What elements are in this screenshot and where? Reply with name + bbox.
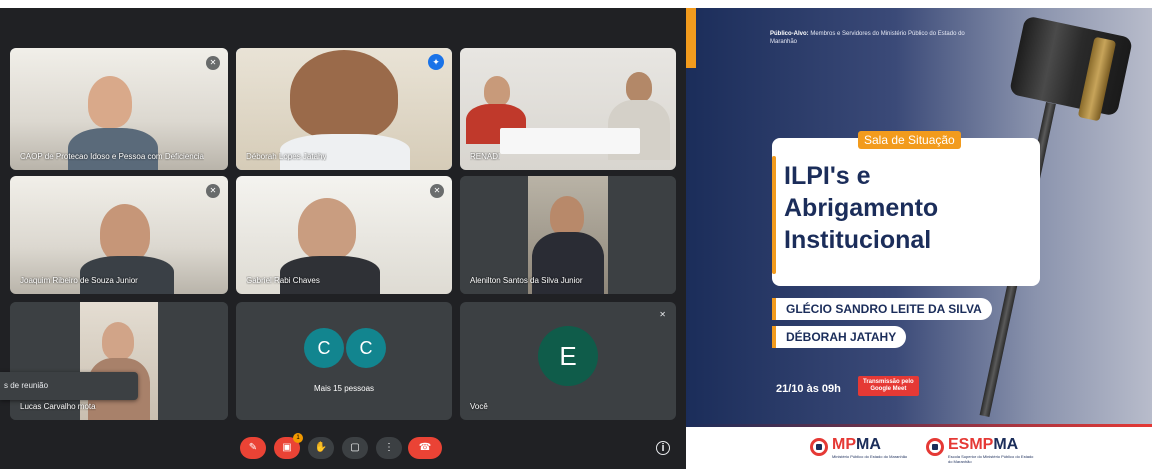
meeting-info-icon[interactable]: i bbox=[656, 441, 670, 455]
logo-wordmark: ESMPMA bbox=[948, 436, 1019, 453]
participant-tile[interactable]: Lucas Carvalho mota bbox=[10, 302, 228, 420]
participant-name: Você bbox=[470, 402, 488, 411]
mic-off-icon: ✕ bbox=[206, 184, 220, 198]
speaker-name: DÉBORAH JATAHY bbox=[772, 326, 907, 348]
participant-face bbox=[484, 76, 510, 106]
mic-off-icon: ✎ bbox=[248, 442, 258, 453]
present-button[interactable]: ▢ bbox=[342, 437, 368, 459]
title-line: ILPI's e bbox=[784, 162, 871, 190]
mic-off-icon: ✕ bbox=[659, 310, 666, 319]
participant-tile[interactable]: ✦ Déborah Lopes Jatahy bbox=[236, 48, 452, 170]
audience-text: Público-Alvo: Membros e Servidores do Mi… bbox=[770, 30, 970, 46]
event-tag: Sala de Situação bbox=[858, 131, 961, 149]
poster-footer: MPMA Ministério Público do Estado do Mar… bbox=[686, 424, 1152, 469]
participant-name: Lucas Carvalho mota bbox=[20, 402, 96, 411]
participant-face bbox=[100, 204, 150, 262]
participant-face bbox=[102, 322, 134, 360]
participant-tile[interactable]: E ✕ Você bbox=[460, 302, 676, 420]
footer-stripe bbox=[686, 424, 1152, 427]
participant-name: RENADI bbox=[470, 152, 501, 161]
more-vert-icon: ⋮ bbox=[384, 442, 394, 453]
event-poster: Público-Alvo: Membros e Servidores do Mi… bbox=[686, 8, 1152, 469]
meet-window: ✕ CAOP de Protecao Idoso e Pessoa com De… bbox=[0, 8, 686, 469]
gavel-head bbox=[1008, 15, 1134, 117]
participant-face bbox=[290, 50, 398, 140]
accent-bar bbox=[686, 8, 696, 68]
participant-body bbox=[68, 128, 158, 170]
end-call-button[interactable]: ☎ bbox=[408, 437, 442, 459]
participant-name: Alenilton Santos da Silva Junior bbox=[470, 276, 583, 285]
captions-button[interactable]: ▣ 1 bbox=[274, 433, 303, 459]
participant-face bbox=[298, 198, 356, 260]
participant-avatar: E bbox=[538, 326, 598, 386]
participant-name: Joaquim Ribeiro de Souza Junior bbox=[20, 276, 138, 285]
scales-icon bbox=[810, 438, 828, 456]
esmpma-logo: ESMPMA Escola Superior do Ministério Púb… bbox=[926, 436, 1056, 464]
logo-subtitle: Escola Superior do Ministério Público do… bbox=[948, 454, 1034, 464]
participant-name: CAOP de Protecao Idoso e Pessoa com Defi… bbox=[20, 152, 204, 161]
participant-tile[interactable]: ✕ CAOP de Protecao Idoso e Pessoa com De… bbox=[10, 48, 228, 170]
speaker-name: GLÉCIO SANDRO LEITE DA SILVA bbox=[772, 298, 992, 320]
transmission-badge: Transmissão pelo Google Meet bbox=[858, 376, 919, 396]
speaking-indicator-icon: ✦ bbox=[428, 54, 444, 70]
more-people-label: Mais 15 pessoas bbox=[313, 384, 375, 393]
participant-avatar: C bbox=[346, 328, 386, 368]
mpma-logo: MPMA Ministério Público do Estado do Mar… bbox=[810, 436, 920, 464]
notification-badge: 1 bbox=[293, 433, 303, 443]
event-date: 21/10 às 09h bbox=[776, 383, 841, 395]
mic-off-icon: ✕ bbox=[206, 56, 220, 70]
mic-toggle-button[interactable]: ✎ bbox=[240, 437, 266, 459]
hand-icon: ✋ bbox=[314, 442, 328, 453]
scales-icon bbox=[926, 438, 944, 456]
participant-face bbox=[626, 72, 652, 102]
participant-tile[interactable]: RENADI bbox=[460, 48, 676, 170]
logo-wordmark: MPMA bbox=[832, 436, 881, 453]
call-controls-bar: ✎ ▣ 1 ✋ ▢ ⋮ ☎ i bbox=[0, 428, 686, 468]
participant-face bbox=[550, 196, 584, 236]
participant-tile[interactable]: C C Mais 15 pessoas bbox=[236, 302, 452, 420]
transmission-line: Google Meet bbox=[870, 386, 907, 392]
participant-name: Gabriel Rabi Chaves bbox=[246, 276, 320, 285]
present-icon: ▢ bbox=[350, 442, 360, 453]
meeting-details-popup[interactable]: s de reunião bbox=[0, 372, 138, 400]
phone-icon: ☎ bbox=[418, 442, 432, 453]
more-options-button[interactable]: ⋮ bbox=[376, 437, 402, 459]
participant-body bbox=[80, 256, 174, 294]
event-title: ILPI's e Abrigamento Institucional bbox=[784, 160, 1034, 256]
participant-name: Déborah Lopes Jatahy bbox=[246, 152, 327, 161]
title-line: Institucional bbox=[784, 226, 932, 254]
participant-face bbox=[88, 76, 132, 128]
card-accent bbox=[772, 156, 776, 274]
audience-label: Público-Alvo: bbox=[770, 31, 809, 37]
transmission-line: Transmissão pelo bbox=[863, 379, 914, 385]
participant-tile[interactable]: Alenilton Santos da Silva Junior bbox=[460, 176, 676, 294]
title-line: Abrigamento bbox=[784, 194, 939, 222]
participant-avatar: C bbox=[304, 328, 344, 368]
participant-body bbox=[280, 256, 380, 294]
participant-tile[interactable]: ✕ Joaquim Ribeiro de Souza Junior bbox=[10, 176, 228, 294]
captions-icon: ▣ bbox=[282, 442, 292, 453]
conference-table bbox=[500, 128, 640, 154]
mic-off-icon: ✕ bbox=[430, 184, 444, 198]
logo-subtitle: Ministério Público do Estado do Maranhão bbox=[832, 454, 908, 459]
raise-hand-button[interactable]: ✋ bbox=[308, 437, 334, 459]
participant-tile[interactable]: ✕ Gabriel Rabi Chaves bbox=[236, 176, 452, 294]
